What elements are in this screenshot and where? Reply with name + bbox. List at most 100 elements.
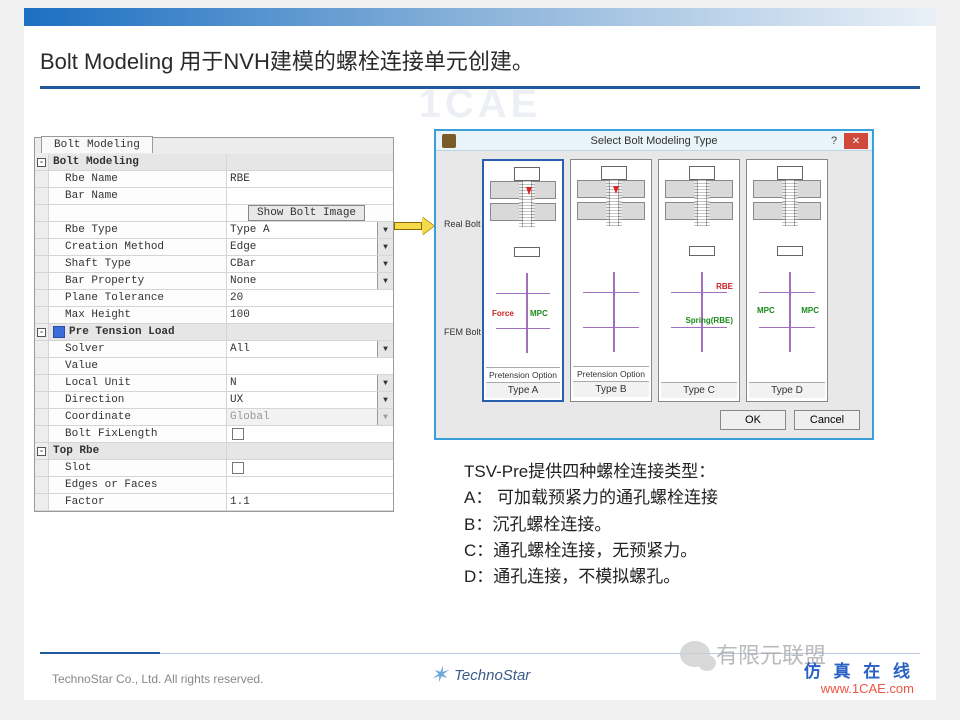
- prop-value[interactable]: Global▼: [227, 409, 393, 425]
- prop-label: Rbe Name: [49, 171, 227, 187]
- footer-brand: ✶ TechnoStar: [430, 662, 531, 688]
- prop-row-bolt-1: Bar Name: [35, 188, 393, 205]
- dialog-titlebar: Select Bolt Modeling Type ? ✕: [436, 131, 872, 151]
- section-bolt-modeling[interactable]: - Bolt Modeling: [35, 154, 393, 171]
- prop-row-pre-1: Value: [35, 358, 393, 375]
- prop-value[interactable]: UX▼: [227, 392, 393, 408]
- prop-label: Coordinate: [49, 409, 227, 425]
- prop-value[interactable]: [227, 477, 393, 493]
- prop-row-top-1: Edges or Faces: [35, 477, 393, 494]
- slide-title: Bolt Modeling 用于NVH建模的螺栓连接单元创建。: [24, 26, 936, 86]
- footer-copyright: TechnoStar Co., Ltd. All rights reserved…: [52, 672, 263, 686]
- prop-value[interactable]: Edge▼: [227, 239, 393, 255]
- prop-value[interactable]: N▼: [227, 375, 393, 391]
- bolt-type-card-c[interactable]: RBESpring(RBE)Type C: [658, 159, 740, 402]
- checkbox[interactable]: [232, 462, 244, 474]
- cancel-button[interactable]: Cancel: [794, 410, 860, 430]
- type-label: Type B: [573, 381, 649, 397]
- prop-label: Bar Name: [49, 188, 227, 204]
- prop-value[interactable]: None▼: [227, 273, 393, 289]
- collapse-icon[interactable]: -: [37, 328, 46, 337]
- chevron-down-icon[interactable]: ▼: [377, 273, 393, 289]
- arrow-icon: [394, 217, 434, 235]
- description-text: TSV-Pre提供四种螺栓连接类型： A： 可加载预紧力的通孔螺栓连接 B：沉孔…: [464, 459, 718, 591]
- prop-value[interactable]: [227, 426, 393, 442]
- prop-row-top-2: Factor1.1: [35, 494, 393, 511]
- close-icon[interactable]: ✕: [844, 133, 868, 149]
- prop-value[interactable]: Type A▼: [227, 222, 393, 238]
- pretension-check-icon[interactable]: [53, 326, 65, 338]
- prop-row-pre-4: CoordinateGlobal▼: [35, 409, 393, 426]
- prop-label: Shaft Type: [49, 256, 227, 272]
- section-pre-tension-load[interactable]: - Pre Tension Load: [35, 324, 393, 341]
- pretension-label: Pretension Option: [573, 366, 649, 381]
- type-label: Type A: [486, 382, 560, 398]
- bolt-modeling-panel: Bolt Modeling - Bolt Modeling Rbe NameRB…: [34, 137, 394, 512]
- prop-value[interactable]: Show Bolt Image: [227, 205, 393, 221]
- chevron-down-icon[interactable]: ▼: [377, 341, 393, 357]
- prop-row-bolt-0: Rbe NameRBE: [35, 171, 393, 188]
- prop-row-pre-0: SolverAll▼: [35, 341, 393, 358]
- prop-row-pre-3: DirectionUX▼: [35, 392, 393, 409]
- prop-row-bolt-3: Rbe TypeType A▼: [35, 222, 393, 239]
- tab-bolt-modeling[interactable]: Bolt Modeling: [41, 136, 153, 153]
- prop-row-pre-2: Local UnitN▼: [35, 375, 393, 392]
- checkbox[interactable]: [232, 428, 244, 440]
- prop-value[interactable]: 20: [227, 290, 393, 306]
- slide-body: 1CAE Bolt Modeling - Bolt Modeling Rbe N…: [24, 89, 936, 129]
- prop-label: Bolt FixLength: [49, 426, 227, 442]
- label-fem-bolt: FEM Bolt: [444, 327, 481, 337]
- wechat-icon: [680, 641, 710, 667]
- prop-label: Solver: [49, 341, 227, 357]
- prop-label: Value: [49, 358, 227, 374]
- prop-value[interactable]: [227, 188, 393, 204]
- ok-button[interactable]: OK: [720, 410, 786, 430]
- prop-row-bolt-4: Creation MethodEdge▼: [35, 239, 393, 256]
- bolt-type-card-b[interactable]: Pretension OptionType B: [570, 159, 652, 402]
- chevron-down-icon[interactable]: ▼: [377, 222, 393, 238]
- chevron-down-icon[interactable]: ▼: [377, 392, 393, 408]
- prop-value[interactable]: [227, 460, 393, 476]
- bolt-type-card-d[interactable]: MPCMPCType D: [746, 159, 828, 402]
- prop-label: Local Unit: [49, 375, 227, 391]
- prop-label: Edges or Faces: [49, 477, 227, 493]
- chevron-down-icon[interactable]: ▼: [377, 375, 393, 391]
- prop-label: Slot: [49, 460, 227, 476]
- prop-label: Direction: [49, 392, 227, 408]
- prop-label: Plane Tolerance: [49, 290, 227, 306]
- prop-label: Rbe Type: [49, 222, 227, 238]
- prop-row-bolt-2: Show Bolt Image: [35, 205, 393, 222]
- chevron-down-icon[interactable]: ▼: [377, 256, 393, 272]
- prop-value[interactable]: 1.1: [227, 494, 393, 510]
- show-bolt-image-button[interactable]: Show Bolt Image: [248, 205, 365, 221]
- prop-label: Creation Method: [49, 239, 227, 255]
- prop-value[interactable]: CBar▼: [227, 256, 393, 272]
- select-bolt-type-dialog: Select Bolt Modeling Type ? ✕ Real Bolt …: [434, 129, 874, 440]
- chevron-down-icon[interactable]: ▼: [377, 409, 393, 425]
- site-watermark: 仿 真 在 线 www.1CAE.com: [804, 663, 914, 696]
- prop-label: Bar Property: [49, 273, 227, 289]
- bolt-type-card-a[interactable]: ForceMPCPretension OptionType A: [482, 159, 564, 402]
- prop-label: [49, 205, 227, 221]
- pretension-label: Pretension Option: [486, 367, 560, 382]
- prop-value[interactable]: [227, 358, 393, 374]
- brand-star-icon: ✶: [430, 662, 448, 688]
- prop-value[interactable]: 100: [227, 307, 393, 323]
- prop-row-bolt-5: Shaft TypeCBar▼: [35, 256, 393, 273]
- collapse-icon[interactable]: -: [37, 158, 46, 167]
- prop-value[interactable]: RBE: [227, 171, 393, 187]
- slide: Bolt Modeling 用于NVH建模的螺栓连接单元创建。 1CAE Bol…: [24, 8, 936, 700]
- slide-top-accent: [24, 8, 936, 26]
- dialog-title-text: Select Bolt Modeling Type: [591, 135, 718, 147]
- dialog-app-icon: [442, 134, 456, 148]
- prop-label: Max Height: [49, 307, 227, 323]
- type-label: Type C: [661, 382, 737, 398]
- section-top-rbe[interactable]: - Top Rbe: [35, 443, 393, 460]
- help-icon[interactable]: ?: [826, 133, 842, 149]
- prop-row-top-0: Slot: [35, 460, 393, 477]
- chevron-down-icon[interactable]: ▼: [377, 239, 393, 255]
- prop-row-pre-5: Bolt FixLength: [35, 426, 393, 443]
- prop-value[interactable]: All▼: [227, 341, 393, 357]
- prop-row-bolt-7: Plane Tolerance20: [35, 290, 393, 307]
- collapse-icon[interactable]: -: [37, 447, 46, 456]
